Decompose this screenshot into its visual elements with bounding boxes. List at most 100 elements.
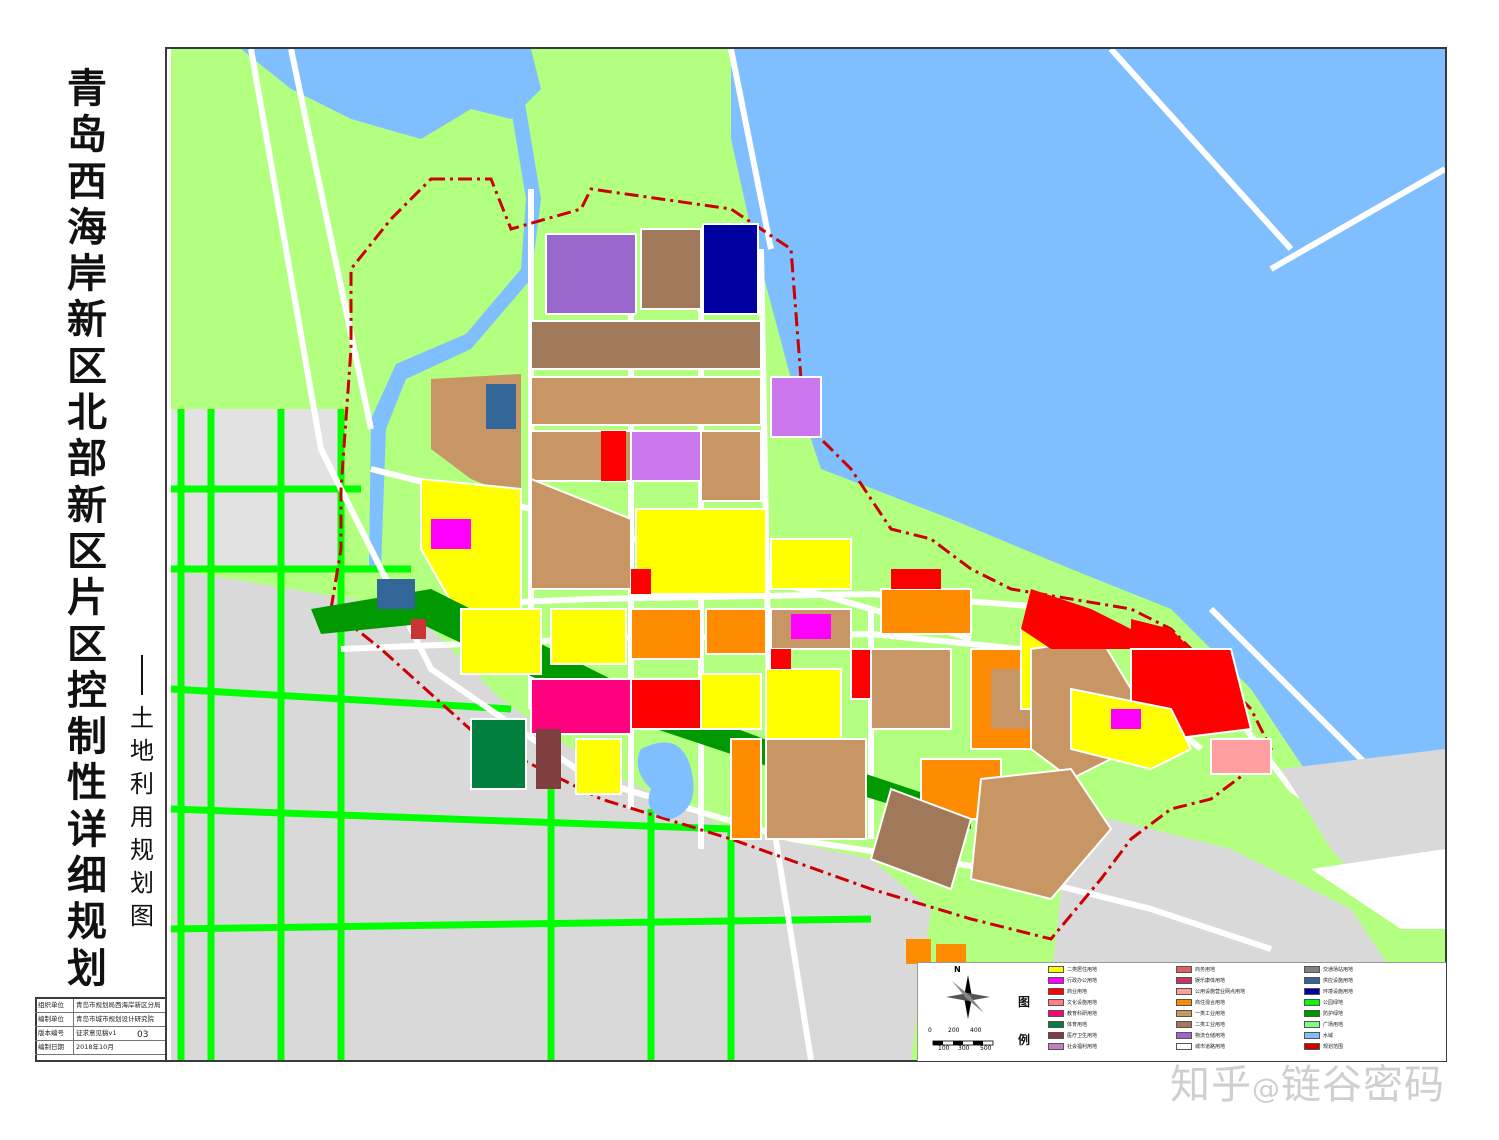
- info-row: 编制日期 2018年10月: [35, 1041, 165, 1055]
- legend-label: 交通场站用地: [1323, 967, 1354, 973]
- industrial-block: [530, 376, 762, 426]
- legend-swatch: [1048, 988, 1064, 995]
- legend-swatch: [1304, 966, 1320, 973]
- legend-swatch: [1048, 1021, 1064, 1028]
- legend-item: 城市道路用地: [1176, 1043, 1225, 1052]
- map-subtitle: 土地利用规划图: [130, 704, 154, 930]
- info-value: 征求意见稿v1: [73, 1027, 166, 1040]
- legend-item: 商住混合用地: [1176, 999, 1225, 1008]
- legend-label: 行政办公用地: [1067, 978, 1098, 984]
- legend-item: 广场用地: [1304, 1021, 1343, 1030]
- supply-block: [486, 384, 516, 429]
- legend-swatch: [1304, 988, 1320, 995]
- legend-label: 商务用地: [1195, 967, 1216, 973]
- residential-block: [635, 508, 767, 595]
- legend-label: 娱乐康体用地: [1195, 978, 1226, 984]
- legend-label: 文化设施用地: [1067, 1000, 1098, 1006]
- legend-label: 社会福利用地: [1067, 1044, 1098, 1050]
- legend-label: 二类居住用地: [1067, 967, 1098, 973]
- legend-item: 商业用地: [1048, 988, 1087, 997]
- legend-item: 医疗卫生用地: [1048, 1032, 1097, 1041]
- legend-item: 规划范围: [1304, 1043, 1343, 1052]
- legend-label: 规划范围: [1323, 1044, 1344, 1050]
- legend-item: 社会福利用地: [1048, 1043, 1097, 1052]
- legend-item: 行政办公用地: [1048, 977, 1097, 986]
- scale-label: 500: [980, 1045, 992, 1052]
- legend-label: 广场用地: [1323, 1022, 1344, 1028]
- sheet-number: 03: [137, 1030, 149, 1040]
- commercial-block: [891, 569, 941, 589]
- residential-block: [460, 608, 542, 675]
- legend-label: 二类工业用地: [1195, 1022, 1226, 1028]
- sports-block: [470, 718, 527, 790]
- logistics-block: [545, 233, 637, 315]
- industrial-block: [700, 430, 762, 502]
- watermark-author: 链谷密码: [1281, 1062, 1445, 1108]
- residential-block: [550, 608, 627, 665]
- legend-swatch: [1304, 1021, 1320, 1028]
- info-value: 2018年10月: [73, 1041, 166, 1054]
- mixed-block: [705, 608, 767, 655]
- scale-label: 200: [948, 1027, 960, 1034]
- legend-label: 城市道路用地: [1195, 1044, 1226, 1050]
- mixed-block: [730, 738, 762, 840]
- legend-label: 供应设施用地: [1323, 978, 1354, 984]
- industrial-block: [530, 320, 762, 370]
- legend-label: 水域: [1323, 1033, 1334, 1039]
- logistics-block: [770, 376, 822, 438]
- info-value: 青岛市城市规划设计研究院: [73, 1013, 166, 1026]
- legend-swatch: [1176, 1032, 1192, 1039]
- legend-swatch: [1176, 1010, 1192, 1017]
- info-key: 编制单位: [38, 1015, 64, 1023]
- legend-swatch: [1048, 966, 1064, 973]
- north-arrow-icon: [946, 975, 990, 1019]
- legend-item: 防护绿地: [1304, 1010, 1343, 1019]
- legend-swatch: [1176, 1021, 1192, 1028]
- legend-label: 商住混合用地: [1195, 1000, 1226, 1006]
- legend-swatch: [1176, 999, 1192, 1006]
- scale-bar-icon: [932, 1040, 994, 1046]
- legend-swatch: [1048, 977, 1064, 984]
- legend-item: 体育用地: [1048, 1021, 1087, 1030]
- scale-label: 100: [938, 1045, 950, 1052]
- legend-grid: 二类居住用地 行政办公用地 商业用地 文化设施用地 教育科研用地 体育用地 医疗卫生用地 社会…: [1048, 966, 1440, 1058]
- industrial-block: [765, 738, 867, 840]
- legend-label: 一类工业用地: [1195, 1011, 1226, 1017]
- legend-label: 体育用地: [1067, 1022, 1088, 1028]
- watermark: 知乎@链谷密码: [1170, 1052, 1445, 1110]
- scale-label: 400: [970, 1027, 982, 1034]
- legend-item: 交通场站用地: [1304, 966, 1353, 975]
- mixed-block: [880, 588, 972, 635]
- legend-item: 水域: [1304, 1032, 1333, 1041]
- mixed-block: [906, 939, 931, 964]
- scale-label: 300: [958, 1045, 970, 1052]
- supply-block: [377, 579, 415, 609]
- legend-swatch: [1304, 1010, 1320, 1017]
- info-value: 青岛市规划局西海岸新区分局: [73, 999, 166, 1012]
- info-key: 编制日期: [38, 1043, 64, 1051]
- admin-block: [791, 614, 831, 639]
- legend-label: 公用设施营业网点用地: [1195, 989, 1246, 995]
- title-dash: [141, 655, 143, 695]
- legend-panel: N 0 200 400 100 300 500 图例 二类居住用地 行政办公用地商…: [917, 962, 1446, 1061]
- land-use-map[interactable]: [171, 49, 1445, 1060]
- watermark-at: @: [1252, 1072, 1281, 1105]
- legend-swatch: [1048, 1043, 1064, 1050]
- residential-block: [765, 668, 842, 740]
- commercial-block: [601, 431, 626, 481]
- watermark-site: 知乎: [1170, 1062, 1252, 1108]
- residential-block: [700, 673, 762, 730]
- commercial-block: [631, 569, 651, 594]
- legend-label: 医疗卫生用地: [1067, 1033, 1098, 1039]
- legend-swatch: [1304, 1032, 1320, 1039]
- legend-item: 物流仓储用地: [1176, 1032, 1225, 1041]
- commercial-block: [771, 649, 791, 669]
- residential-block: [575, 738, 622, 795]
- medical-block: [536, 729, 561, 789]
- legend-item: 娱乐康体用地: [1176, 977, 1225, 986]
- legend-swatch: [1304, 1043, 1320, 1050]
- admin-block: [1111, 709, 1141, 729]
- info-key: 组织单位: [38, 1001, 64, 1009]
- legend-label: 商业用地: [1067, 989, 1088, 995]
- legend-title: 图例: [1017, 995, 1030, 1047]
